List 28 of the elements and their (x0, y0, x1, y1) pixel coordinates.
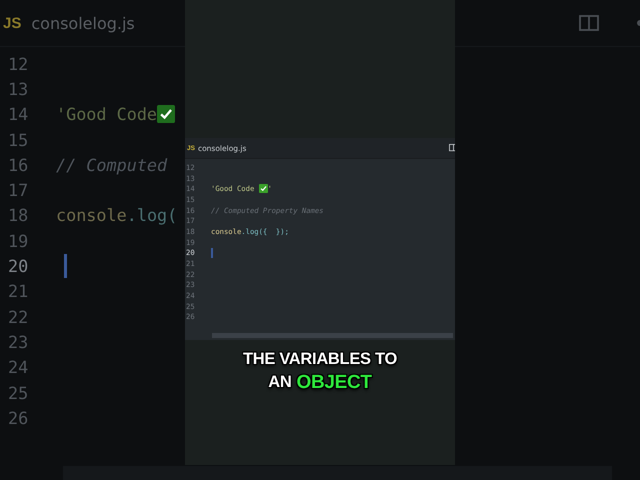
code-text: .log( (126, 205, 178, 226)
line-number: 19 (7, 230, 30, 251)
line-number: 13 (7, 78, 30, 99)
check-mark-icon (258, 184, 268, 194)
check-mark-icon (157, 105, 176, 124)
file-type-label: JS (3, 14, 22, 32)
caption-text: AN (268, 372, 292, 393)
line-number: 21 (7, 281, 30, 302)
caption-text: THE VARIABLES TO (242, 349, 398, 370)
code-comment: // Computed (56, 154, 168, 175)
caption-text: OBJECT (296, 371, 372, 394)
line-number: 22 (7, 306, 30, 327)
scrollbar[interactable] (212, 333, 453, 338)
line-number: 16 (7, 154, 30, 175)
line-number: 15 (7, 130, 30, 150)
code-text: console (56, 205, 127, 226)
line-number: 17 (7, 180, 30, 200)
line-number: 26 (7, 408, 30, 428)
line-number: 18 (7, 205, 30, 226)
line-number: 23 (7, 332, 30, 352)
line-number: 20 (7, 256, 30, 276)
text-cursor (211, 248, 212, 258)
line-number: 24 (7, 357, 30, 378)
line-number: 12 (7, 54, 30, 74)
code-text: 'Good Code (56, 104, 158, 124)
text-cursor (64, 254, 67, 278)
line-number: 14 (7, 104, 30, 124)
line-number: 25 (7, 382, 30, 402)
